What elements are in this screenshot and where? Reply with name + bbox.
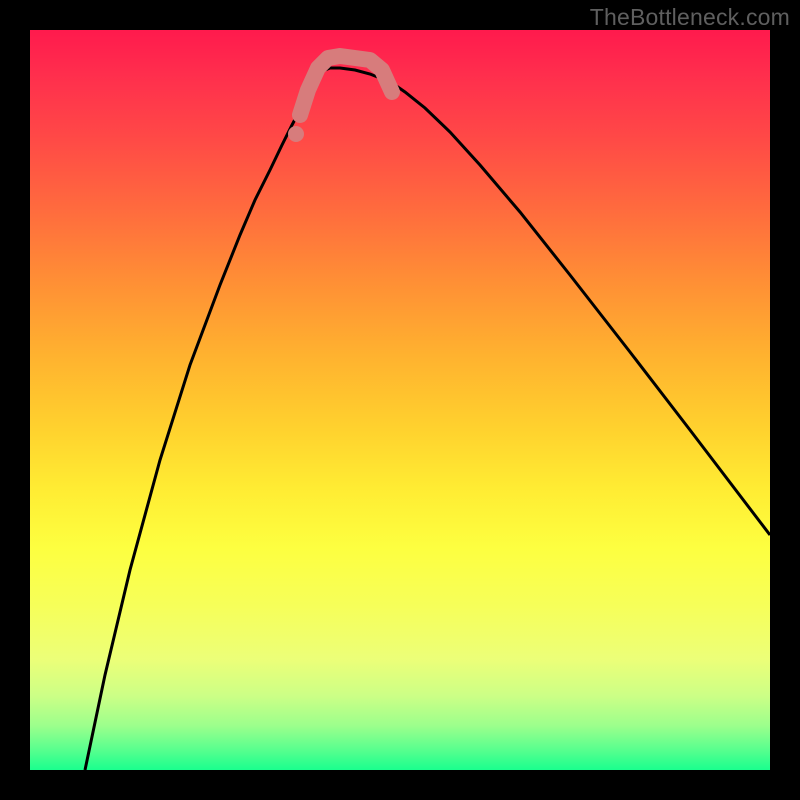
left-dot [288,126,304,142]
chart-frame: TheBottleneck.com [0,0,800,800]
marker-band [300,56,392,115]
chart-svg [30,30,770,770]
bottleneck-curve [85,68,770,770]
plot-area [30,30,770,770]
watermark-text: TheBottleneck.com [590,4,790,31]
